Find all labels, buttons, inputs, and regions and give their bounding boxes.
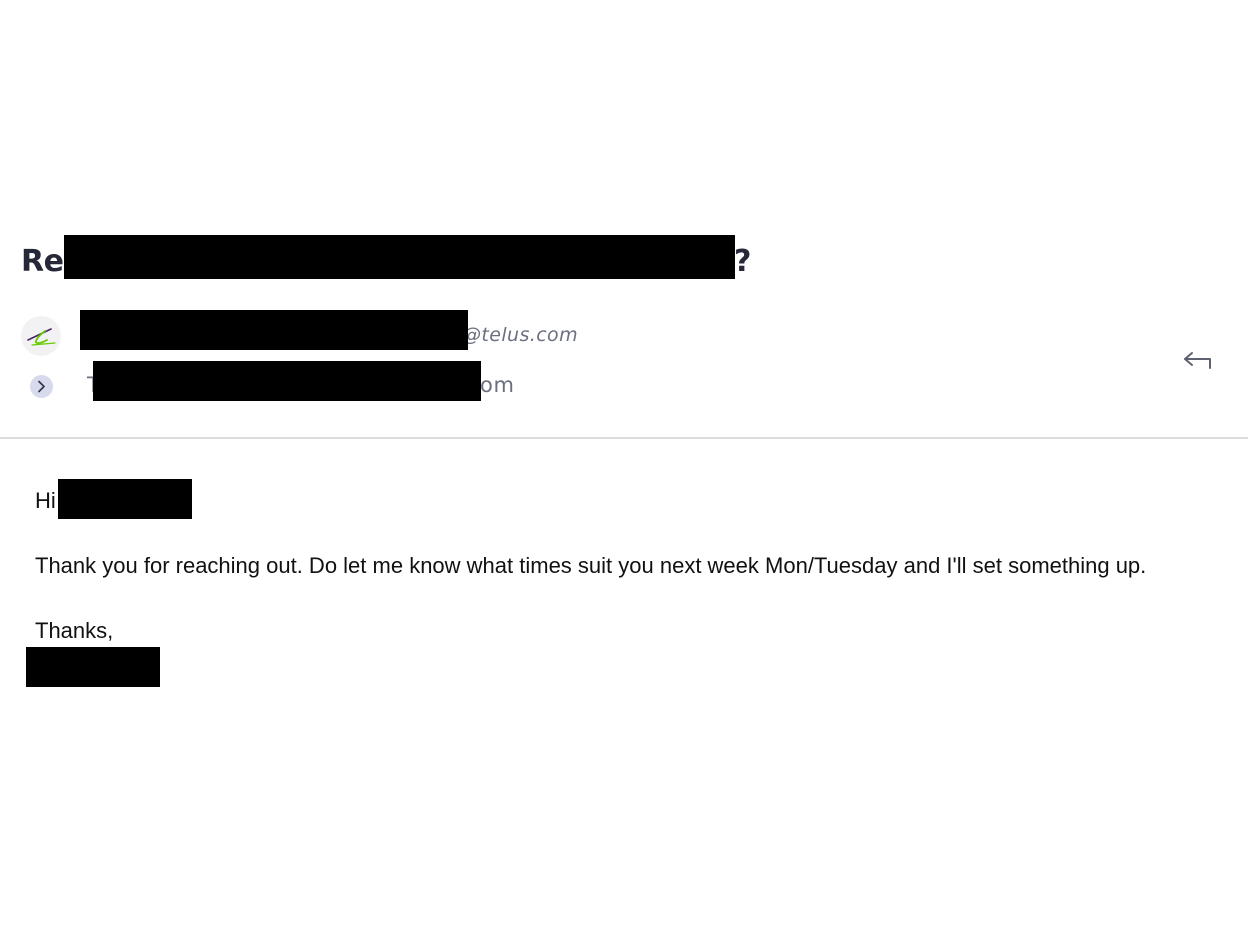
signoff: Thanks, bbox=[35, 618, 114, 643]
message-text: Thank you for reaching out. Do let me kn… bbox=[35, 553, 1147, 578]
recipient-name-redaction bbox=[58, 479, 192, 519]
recipient-redaction bbox=[93, 361, 481, 401]
reply-button[interactable] bbox=[1180, 346, 1216, 376]
greeting: Hi bbox=[35, 488, 56, 513]
header-divider bbox=[0, 437, 1248, 439]
telus-logo-icon bbox=[27, 328, 56, 346]
expand-recipients-button[interactable] bbox=[30, 375, 53, 398]
sender-email: @telus.com bbox=[462, 324, 578, 346]
signature-redaction bbox=[26, 647, 160, 687]
subject-redaction bbox=[64, 235, 735, 279]
subject-suffix: ? bbox=[734, 244, 751, 279]
sender-avatar bbox=[21, 316, 61, 356]
chevron-right-icon bbox=[38, 380, 45, 393]
sender-name-redaction bbox=[80, 310, 468, 350]
reply-arrow-icon bbox=[1184, 352, 1211, 369]
recipient-email: om bbox=[480, 373, 515, 397]
